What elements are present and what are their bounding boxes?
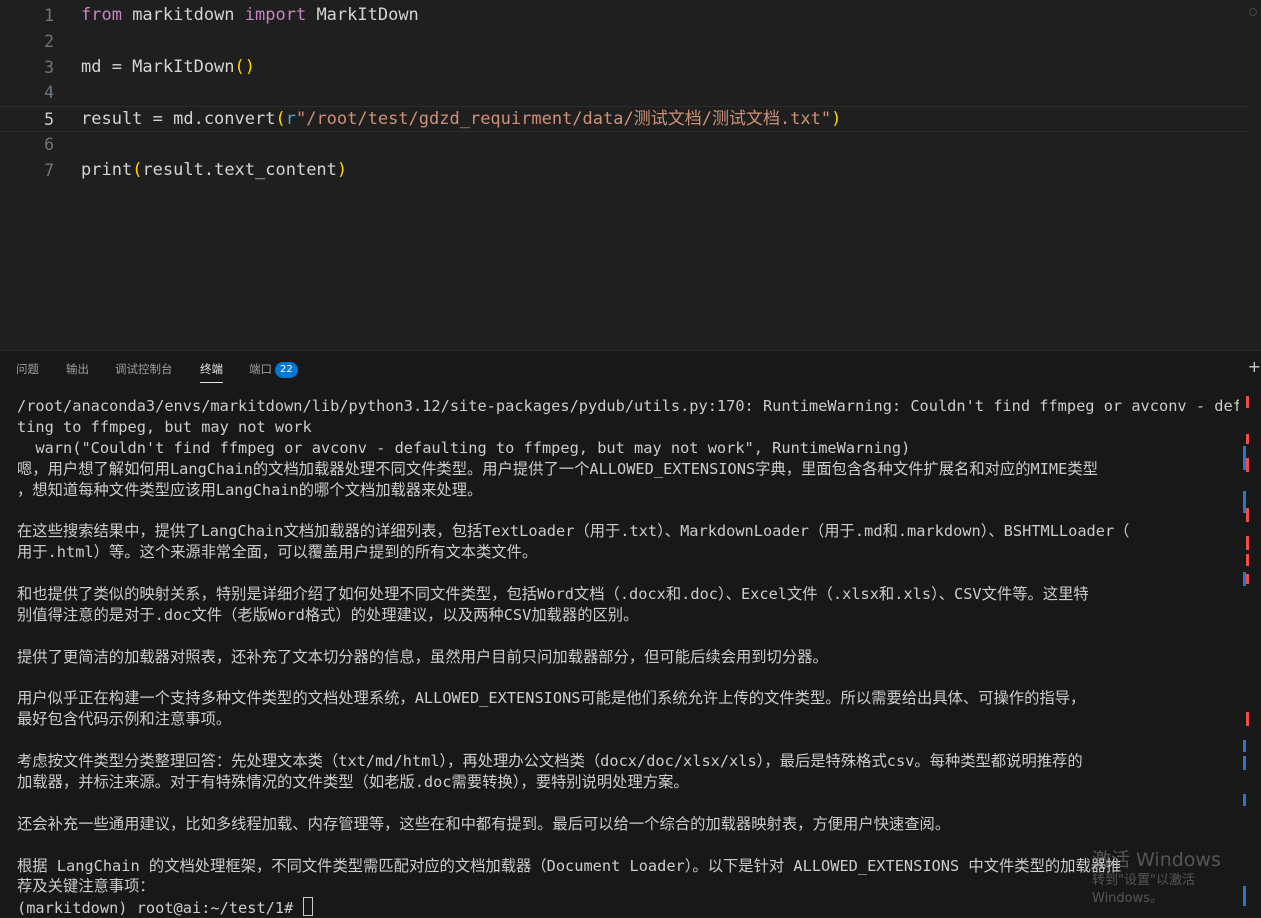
- code-line-5-active[interactable]: 5 result = md.convert(r"/root/test/gdzd_…: [0, 106, 1248, 132]
- paren-close: ): [831, 109, 842, 129]
- terminal-line: 荐及关键注意事项：: [17, 877, 155, 896]
- ruler-mark: [1246, 396, 1249, 408]
- ruler-mark: [1243, 794, 1246, 806]
- paren-open: (: [234, 57, 245, 77]
- terminal-line: 提供了更简洁的加载器对照表，还补充了文本切分器的信息，虽然用户目前只问加载器部分…: [17, 647, 828, 666]
- terminal-cursor: [302, 897, 313, 917]
- overview-ruler: [1243, 396, 1249, 916]
- tab-output[interactable]: 输出: [66, 351, 89, 387]
- raw-string-prefix: r: [285, 109, 296, 129]
- ruler-mark: [1246, 536, 1249, 550]
- code-text[interactable]: from markitdown import MarkItDown: [81, 3, 419, 29]
- paren-open: (: [132, 160, 143, 180]
- terminal-line: 根据 LangChain 的文档处理框架，不同文件类型需匹配对应的文档加载器（D…: [17, 856, 1122, 875]
- paren-close: ): [244, 57, 256, 77]
- scrollbar-marker: [1249, 8, 1257, 16]
- code-line-1[interactable]: 1 from markitdown import MarkItDown: [0, 3, 1248, 29]
- line-number: 6: [44, 135, 54, 154]
- watermark-title: 激活 Windows: [1092, 849, 1221, 871]
- code-editor[interactable]: 1 from markitdown import MarkItDown 2 3 …: [0, 0, 1261, 350]
- terminal-line: /root/anaconda3/envs/markitdown/lib/pyth…: [17, 397, 1239, 415]
- add-terminal-icon[interactable]: +: [1248, 357, 1261, 376]
- terminal-output[interactable]: /root/anaconda3/envs/markitdown/lib/pyth…: [17, 396, 1239, 918]
- line-number: 3: [44, 58, 54, 77]
- terminal-line: 还会补充一些通用建议，比如多线程加载、内存管理等，这些在和中都有提到。最后可以给…: [17, 814, 951, 833]
- terminal-prompt: (markitdown) root@ai:~/test/1#: [17, 899, 303, 918]
- windows-activation-watermark: 激活 Windows 转到"设置"以激活 Windows。: [1092, 848, 1261, 908]
- tab-debug-console[interactable]: 调试控制台: [115, 351, 173, 387]
- import-name: MarkItDown: [306, 5, 419, 25]
- line-number: 4: [44, 83, 54, 102]
- watermark-subtitle: 转到"设置"以激活 Windows。: [1092, 873, 1195, 906]
- terminal-line: 嗯，用户想了解如何用LangChain的文档加载器处理不同文件类型。用户提供了一…: [17, 459, 1098, 478]
- code-text[interactable]: result = md.convert(r"/root/test/gdzd_re…: [81, 107, 841, 133]
- ruler-mark: [1246, 574, 1249, 584]
- code-line-4[interactable]: 4: [0, 80, 1248, 106]
- terminal-line: ，想知道每种文件类型应该用LangChain的哪个文档加载器来处理。: [17, 480, 483, 499]
- string-literal: "/root/test/gdzd_requirment/data/测试文档/测试…: [295, 109, 832, 129]
- terminal-line: 加载器，并标注来源。对于有特殊情况的文件类型（如老版.doc需要转换），要特别说…: [17, 773, 689, 792]
- terminal-line: 别值得注意的是对于.doc文件（老版Word格式）的处理建议，以及两种CSV加载…: [17, 605, 639, 624]
- terminal-line: 用户似乎正在构建一个支持多种文件类型的文档处理系统，ALLOWED_EXTENS…: [17, 689, 1086, 708]
- code-line-7[interactable]: 7 print(result.text_content): [0, 158, 1248, 184]
- line-number: 5: [44, 110, 54, 129]
- terminal-prompt-line[interactable]: (markitdown) root@ai:~/test/1#: [17, 897, 1239, 918]
- panel-tabs: 问题 输出 调试控制台 终端 端口 22: [0, 351, 1240, 387]
- ruler-mark: [1246, 712, 1249, 726]
- tab-problems[interactable]: 问题: [16, 351, 39, 387]
- terminal-line: 在这些搜索结果中，提供了LangChain文档加载器的详细列表，包括TextLo…: [17, 522, 1130, 541]
- terminal-line: 和也提供了类似的映射关系，特别是详细介绍了如何处理不同文件类型，包括Word文档…: [17, 585, 1089, 604]
- tab-terminal[interactable]: 终端: [200, 351, 223, 387]
- paren-close: ): [336, 160, 348, 180]
- keyword-import: import: [244, 5, 307, 25]
- ruler-mark: [1243, 756, 1246, 770]
- code-line-2[interactable]: 2: [0, 29, 1248, 55]
- ruler-mark: [1246, 554, 1249, 566]
- code-line-6[interactable]: 6: [0, 132, 1248, 158]
- assignment: md = MarkItDown: [81, 57, 235, 77]
- module-name: markitdown: [121, 5, 245, 25]
- terminal-line: warn("Couldn't find ffmpeg or avconv - d…: [17, 438, 911, 457]
- ruler-mark: [1246, 508, 1249, 522]
- assignment: result = md.convert: [81, 109, 276, 129]
- function-name: print: [81, 160, 133, 180]
- code-text[interactable]: md = MarkItDown(): [81, 55, 255, 81]
- terminal-scrollbar[interactable]: [1247, 396, 1261, 916]
- code-text[interactable]: print(result.text_content): [81, 158, 347, 184]
- bottom-panel: 问题 输出 调试控制台 终端 端口 22 + /root/anaconda3/en…: [0, 350, 1261, 917]
- tab-ports[interactable]: 端口 22: [249, 351, 298, 387]
- ruler-mark: [1246, 434, 1249, 444]
- ruler-mark: [1243, 740, 1246, 752]
- terminal-line: 用于.html）等。这个来源非常全面，可以覆盖用户提到的所有文本类文件。: [17, 543, 538, 562]
- line-number: 1: [44, 6, 54, 25]
- terminal-line: 最好包含代码示例和注意事项。: [17, 710, 232, 729]
- line-number: 2: [44, 32, 54, 51]
- ports-count-badge: 22: [275, 362, 298, 378]
- tab-ports-label: 端口: [249, 362, 272, 376]
- code-line-3[interactable]: 3 md = MarkItDown(): [0, 55, 1248, 81]
- keyword-from: from: [81, 5, 122, 25]
- ruler-mark: [1246, 458, 1249, 472]
- line-number: 7: [44, 161, 54, 180]
- terminal-line: ting to ffmpeg, but may not work: [17, 417, 312, 436]
- terminal-line: 考虑按文件类型分类整理回答：先处理文本类（txt/md/html），再处理办公文…: [17, 752, 1083, 771]
- call-argument: result.text_content: [142, 160, 337, 180]
- paren-open: (: [275, 109, 286, 129]
